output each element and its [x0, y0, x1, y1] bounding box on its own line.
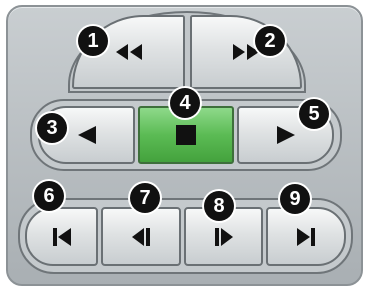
- callout-badge-4: 4: [170, 88, 200, 118]
- triangle-right-icon: [276, 126, 295, 144]
- previous-frame-button[interactable]: [101, 207, 181, 266]
- next-frame-icon: [214, 227, 233, 246]
- previous-frame-icon: [132, 227, 150, 246]
- callout-badge-7: 7: [130, 183, 160, 213]
- callout-badge-9: 9: [280, 184, 310, 214]
- callout-badge-3: 3: [37, 113, 67, 143]
- go-to-last-button[interactable]: [266, 207, 346, 266]
- skip-to-start-icon: [52, 227, 71, 246]
- callout-badge-8: 8: [204, 191, 234, 221]
- callout-badge-1: 1: [78, 26, 108, 56]
- triangle-left-icon: [77, 126, 96, 144]
- callout-badge-2: 2: [255, 26, 285, 56]
- stop-square-icon: [176, 125, 196, 145]
- go-to-first-button[interactable]: [25, 207, 98, 266]
- rewind-icon: [115, 44, 142, 60]
- skip-to-end-icon: [297, 227, 315, 246]
- callout-badge-6: 6: [34, 181, 64, 211]
- callout-badge-5: 5: [299, 99, 329, 129]
